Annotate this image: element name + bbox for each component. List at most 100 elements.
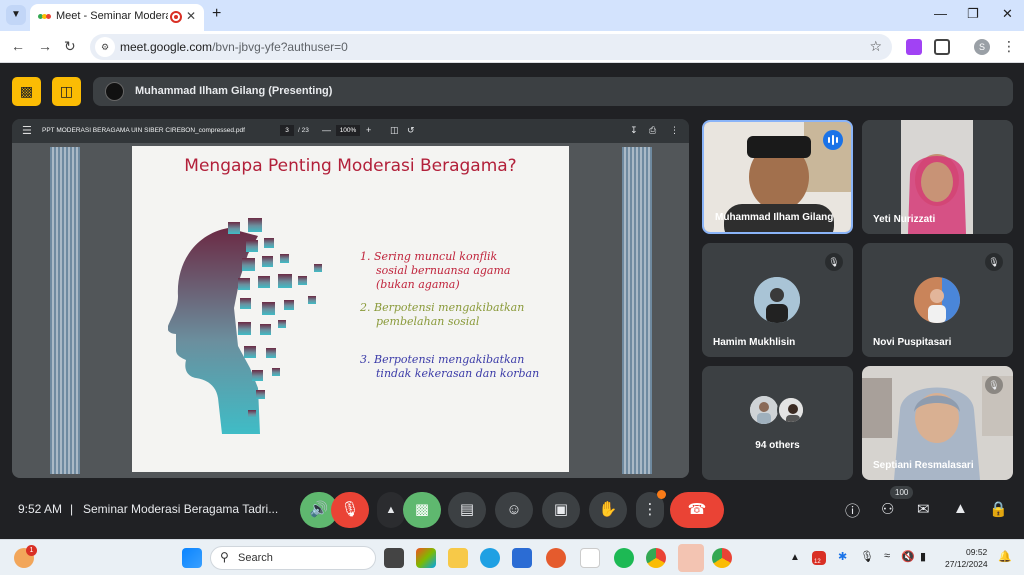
taskbar-clock-time[interactable]: 09:52 [966,547,987,557]
slide-bullet-3-line-2: tindak kekerasan dan korban [376,367,540,380]
head-silhouette-graphic [168,218,322,434]
participant-name: Novi Puspitasari [873,337,952,348]
participant-avatar [750,396,778,424]
slide-bullet-1-line-1: 1. Sering muncul konflik [360,250,498,263]
close-tab-icon[interactable]: ✕ [186,9,196,23]
meet-call-area: ▩ ◫ Muhammad Ilham Gilang (Presenting) ☰… [0,63,1024,539]
slide-bullet-2-line-1: 2. Berpotensi mengakibatkan [360,301,525,314]
rotate-icon[interactable]: ↺ [407,125,415,136]
pdf-zoom-input[interactable]: 100% [336,125,360,136]
site-info-icon[interactable]: ⚙ [95,37,115,57]
restore-window-icon[interactable]: ❐ [967,6,979,22]
pdf-viewport[interactable]: Mengapa Penting Moderasi Beragama? 1. Se… [12,143,689,478]
notification-bell-icon[interactable]: 🔔 [998,550,1012,563]
more-options-button[interactable]: ⋮ [636,490,666,528]
meeting-info-icon[interactable]: ⓘ [845,500,860,521]
bookmark-star-icon[interactable]: ☆ [869,38,882,55]
pin-presentation-button[interactable]: ◫ [52,77,81,106]
firefox-icon[interactable] [546,548,566,568]
browser-tab-meet[interactable]: Meet - Seminar Moderasi Be ✕ [30,4,204,31]
slide-bullet-1: 1. Sering muncul konflik sosial bernuans… [360,250,510,292]
participant-tile[interactable]: Muhammad Ilham Gilang [702,120,853,234]
forward-arrow-icon[interactable]: → [38,38,52,54]
chrome-profile-icon[interactable] [712,548,732,568]
fit-page-icon[interactable]: ◫ [390,125,399,136]
people-icon[interactable]: ⚇ [881,500,894,518]
mic-off-icon: 🎙 [825,253,843,271]
pdf-page-input[interactable]: 3 [280,125,294,136]
leave-call-button[interactable]: ☎ [670,492,724,528]
present-off-icon: ▩ [19,83,34,99]
browser-toolbar: ← → ↻ ⚙ meet.google.com/bvn-jbvg-yfe?aut… [0,31,1024,63]
tray-overflow-icon[interactable]: ▲ [790,552,800,563]
others-tile[interactable]: 94 others [702,366,853,480]
reactions-button[interactable]: ☺ [495,492,533,528]
extensions-puzzle-icon[interactable] [934,39,950,55]
mic-toggle-button[interactable]: 🎙 [331,492,369,528]
taskbar-search[interactable]: ⚲ Search [210,546,376,570]
copilot-icon[interactable] [416,548,436,568]
pdf-menu-icon[interactable]: ☰ [22,124,32,137]
reload-icon[interactable]: ↻ [64,38,76,55]
store-icon[interactable] [512,548,532,568]
calendar-badge: 12 [814,559,821,565]
file-explorer-icon[interactable] [448,548,468,568]
bluetooth-icon[interactable]: ✱ [838,550,847,563]
host-controls-icon[interactable]: 🔒 [989,500,1008,518]
zoom-in-icon[interactable]: + [366,125,371,135]
spotify-icon[interactable] [614,548,634,568]
tab-search-button[interactable]: ▼ [6,5,26,25]
participant-tile[interactable]: 🎙 Septiani Resmalasari [862,366,1013,480]
edge-icon[interactable] [480,548,500,568]
participant-name: Hamim Mukhlisin [713,337,796,348]
battery-icon[interactable]: ▮ [920,550,926,563]
profile-avatar[interactable]: S [974,39,990,55]
hand-icon: ✋ [598,501,618,518]
activities-icon[interactable]: ▲ [953,500,968,517]
mic-off-icon: 🎙 [340,501,360,518]
new-tab-button[interactable]: + [212,5,221,23]
extension-b-icon[interactable] [906,39,922,55]
others-count: 94 others [755,440,800,451]
url-text[interactable]: meet.google.com/bvn-jbvg-yfe?authuser=0 [120,40,348,54]
participant-tile[interactable]: 🎙 Novi Puspitasari [862,243,1013,357]
back-arrow-icon[interactable]: ← [11,38,25,54]
more-audio-options-button[interactable]: ▲ [377,492,405,528]
meeting-title: Seminar Moderasi Beragama Tadri... [83,502,279,516]
windows-start-icon[interactable] [182,548,202,568]
pdf-more-icon[interactable]: ⋮ [670,125,679,136]
address-bar[interactable]: ⚙ meet.google.com/bvn-jbvg-yfe?authuser=… [90,34,892,60]
raise-hand-button[interactable]: ✋ [589,492,627,528]
task-view-icon[interactable] [384,548,404,568]
browser-menu-icon[interactable]: ⋮ [1002,38,1016,55]
camera-toggle-button[interactable]: ▩ [403,492,441,528]
hangup-icon: ☎ [687,501,707,518]
download-icon[interactable]: ↧ [630,125,638,136]
mic-off-icon: 🎙 [985,376,1003,394]
amazon-icon[interactable] [580,548,600,568]
taskbar-clock-date[interactable]: 27/12/2024 [945,559,988,569]
participant-tile[interactable]: 🎙 Hamim Mukhlisin [702,243,853,357]
shared-screen[interactable]: ☰ PPT MODERASI BERAGAMA UIN SIBER CIREBO… [12,119,689,478]
chevron-up-icon: ▲ [385,504,397,516]
print-icon[interactable]: ⎙ [649,125,656,136]
presenter-banner: Muhammad Ilham Gilang (Presenting) [93,77,1013,106]
zoom-out-icon[interactable]: — [322,125,331,135]
present-screen-button[interactable]: ▣ [542,492,580,528]
meet-control-bar: 9:52 AM | Seminar Moderasi Beragama Tadr… [0,486,1024,534]
captions-button[interactable]: ▤ [448,492,486,528]
notification-dot-icon [657,490,666,499]
speaking-indicator-icon [823,130,843,150]
participant-avatar [754,277,800,323]
active-app-icon[interactable] [678,544,704,572]
chrome-icon[interactable] [646,548,666,568]
participant-tile[interactable]: Yeti Nurizzati [862,120,1013,234]
minimize-window-icon[interactable]: — [934,6,947,21]
speaker-muted-icon[interactable]: 🔇 [901,550,915,563]
chat-icon[interactable]: ✉ [917,500,930,518]
microphone-icon[interactable]: 🎙 [860,550,874,563]
wifi-icon[interactable]: ≈ [884,550,890,562]
close-window-icon[interactable]: ✕ [1002,6,1013,22]
stop-presenting-button[interactable]: ▩ [12,77,41,106]
more-vert-icon: ⋮ [642,501,658,518]
